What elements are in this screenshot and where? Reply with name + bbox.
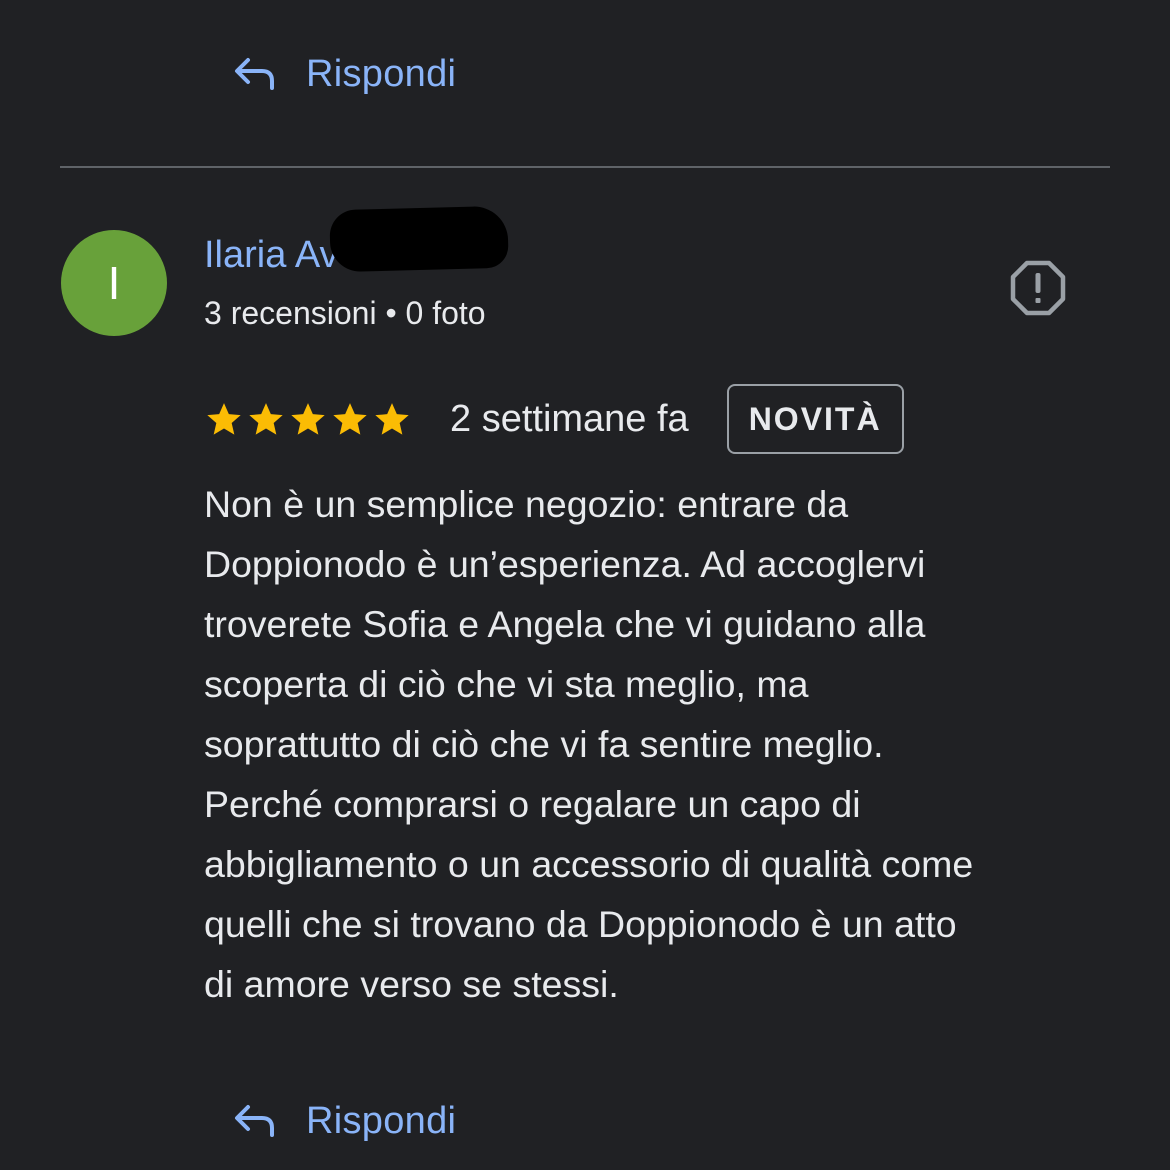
review-text-line: soprattutto di ciò che vi fa sentire meg…	[204, 723, 884, 765]
author-meta: 3 recensioni • 0 foto	[204, 295, 486, 331]
review-text-line: abbigliamento o un accessorio di qualità…	[204, 843, 974, 885]
reply-arrow-icon	[232, 51, 278, 97]
review-text-line: Perché comprarsi o regalare un capo di	[204, 783, 861, 825]
report-button[interactable]	[1004, 256, 1072, 324]
review-text: Non è un semplice negozio: entrare da Do…	[204, 474, 1124, 1014]
star-icon	[375, 403, 409, 435]
review-text-line: Doppionodo è un’esperienza. Ad accoglerv…	[204, 543, 926, 585]
section-divider	[60, 166, 1110, 168]
star-icon	[291, 403, 325, 435]
review-text-line: scoperta di ciò che vi sta meglio, ma	[204, 663, 809, 705]
star-icon	[249, 403, 283, 435]
report-octagon-icon	[1008, 258, 1068, 323]
review-date: 2 settimane fa	[450, 397, 689, 440]
star-icon	[333, 403, 367, 435]
avatar-initial: I	[107, 257, 121, 309]
author-name[interactable]: Ilaria Av	[204, 234, 338, 277]
star-icon	[207, 403, 241, 435]
rating-row: 2 settimane fa NOVITÀ	[204, 382, 904, 456]
new-badge: NOVITÀ	[726, 384, 904, 454]
review-text-line: di amore verso se stessi.	[204, 963, 619, 1005]
reply-label-bottom: Rispondi	[306, 1099, 457, 1142]
review-text-line: Non è un semplice negozio: entrare da	[204, 483, 849, 525]
avatar[interactable]: I	[61, 230, 167, 336]
star-rating	[204, 399, 412, 439]
reply-button-top[interactable]: Rispondi	[232, 44, 456, 104]
reply-arrow-icon	[232, 1098, 278, 1144]
reply-button-bottom[interactable]: Rispondi	[232, 1091, 456, 1151]
redaction-mark	[329, 205, 509, 273]
review-text-line: troverete Sofia e Angela che vi guidano …	[204, 603, 926, 645]
review-text-line: quelli che si trovano da Doppionodo è un…	[204, 903, 957, 945]
reply-label-top: Rispondi	[306, 52, 457, 95]
